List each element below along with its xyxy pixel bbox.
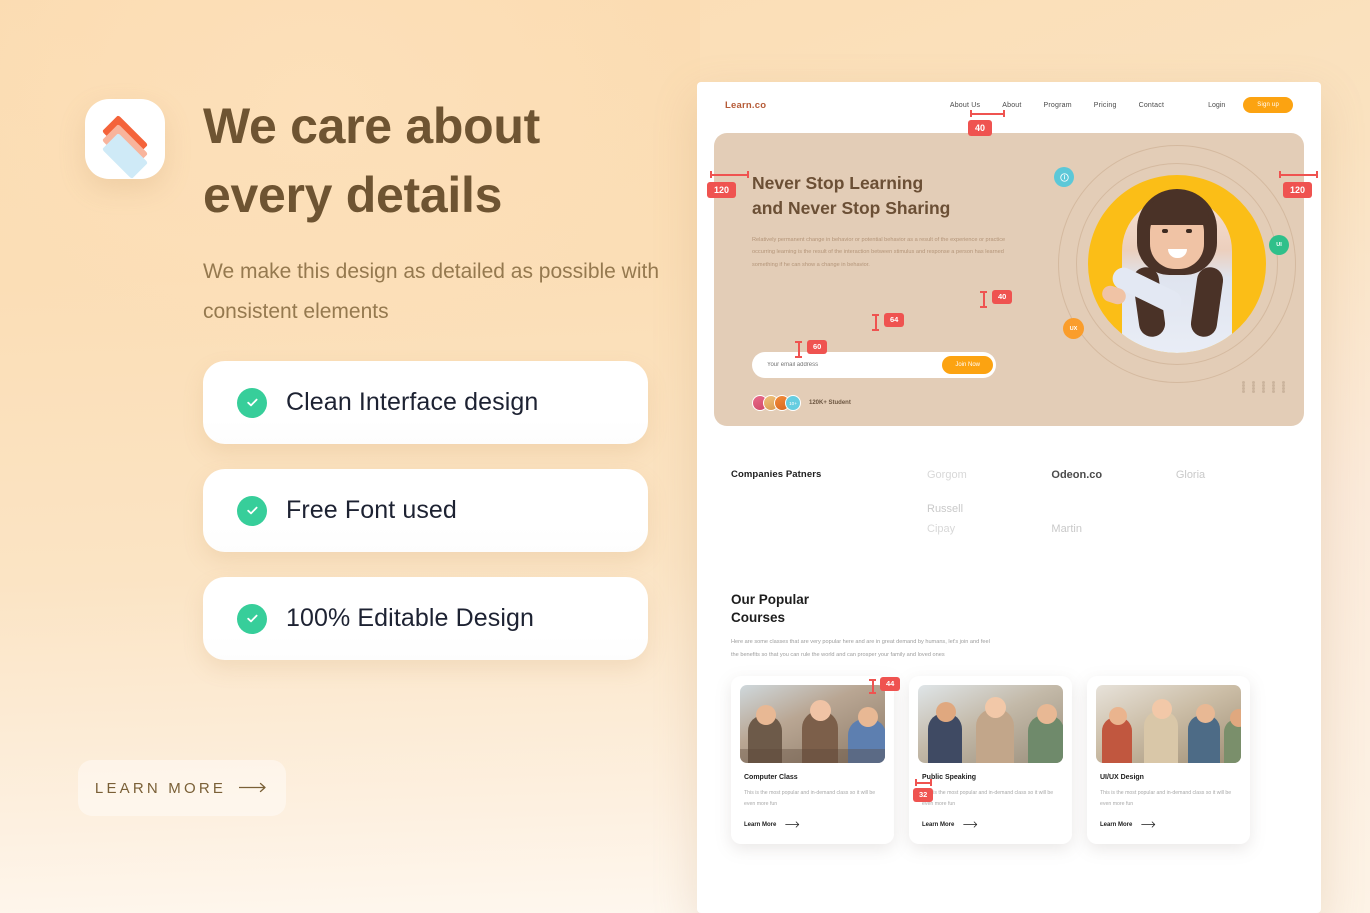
arrow-right-icon (238, 781, 269, 796)
promo-stage: We care about every details We make this… (0, 0, 1370, 913)
feature-label: Free Font used (286, 496, 457, 524)
course-card-list: Computer Class This is the most popular … (731, 676, 1304, 844)
measure-badge: 44 (880, 677, 901, 692)
avatar-more-count: 10+ (785, 395, 801, 411)
feature-item-free-font[interactable]: Free Font used (203, 469, 648, 552)
join-now-button[interactable]: Join Now (942, 356, 993, 374)
course-description: This is the most popular and in-demand c… (744, 790, 876, 807)
partner-logo: Gorgom (927, 469, 967, 481)
learn-more-label: LEARN MORE (94, 779, 227, 797)
course-learn-more-label: Learn More (922, 822, 955, 829)
measure-badge: 64 (884, 313, 905, 328)
check-circle-icon (237, 495, 267, 526)
measure-badge: 120 (1283, 182, 1313, 199)
partner-logo: Odeon.co (1051, 469, 1103, 481)
measure-badge: 40 (968, 120, 993, 137)
partner-logo: Gloria (1175, 469, 1206, 481)
site-brand[interactable]: Learn.co (725, 100, 766, 111)
email-input[interactable] (767, 362, 943, 368)
course-thumbnail (918, 685, 1063, 764)
feature-item-clean-interface[interactable]: Clean Interface design (203, 361, 648, 444)
course-name: Computer Class (744, 774, 798, 782)
course-card-public-speaking[interactable]: Public Speaking This is the most popular… (909, 676, 1072, 844)
nav-actions: Login Sign up (1208, 97, 1293, 113)
site-navbar: Learn.co About Us About Program Pricing … (697, 82, 1321, 128)
nav-link-pricing[interactable]: Pricing (1094, 102, 1117, 109)
nav-links: About Us About Program Pricing Contact (950, 102, 1164, 109)
courses-title-line1: Our Popular (731, 592, 810, 607)
page-title: We care about every details (203, 98, 540, 223)
measure-badge: 40 (992, 290, 1013, 305)
students-proof: 10+ 120K+ Student (752, 395, 851, 411)
website-mockup: Learn.co About Us About Program Pricing … (697, 82, 1321, 913)
hero-title-line1: Never Stop Learning (752, 173, 924, 193)
check-circle-icon (237, 387, 267, 418)
app-logo-badge (85, 99, 165, 180)
course-thumbnail (740, 685, 885, 764)
measure-badge: 60 (807, 340, 828, 355)
hero-section: Never Stop Learning and Never Stop Shari… (714, 133, 1304, 426)
course-name: Public Speaking (922, 774, 977, 782)
course-description: This is the most popular and in-demand c… (1100, 790, 1232, 807)
dots-decoration (1242, 381, 1292, 393)
course-description: This is the most popular and in-demand c… (922, 790, 1054, 807)
hero-illustration: UI UX (1036, 143, 1298, 415)
badge-info-icon (1054, 167, 1074, 187)
hero-body-text: Relatively permanent change in behavior … (752, 236, 1006, 268)
measure-badge: 120 (707, 182, 737, 199)
layers-icon (99, 114, 151, 180)
hero-title-line2: and Never Stop Sharing (752, 197, 951, 218)
signup-button[interactable]: Sign up (1243, 97, 1293, 113)
course-name: UI/UX Design (1100, 774, 1144, 782)
course-learn-more-label: Learn More (744, 822, 777, 829)
feature-label: Clean Interface design (286, 388, 539, 416)
feature-label: 100% Editable Design (286, 604, 534, 632)
email-signup-form: Join Now (752, 352, 996, 378)
partner-logo: Russell (927, 503, 964, 515)
nav-link-contact[interactable]: Contact (1139, 102, 1165, 109)
learn-more-button[interactable]: LEARN MORE (78, 760, 286, 816)
nav-link-program[interactable]: Program (1044, 102, 1072, 109)
feature-list: Clean Interface design Free Font used 10… (203, 361, 648, 685)
hero-copy: Never Stop Learning and Never Stop Shari… (752, 171, 1024, 271)
course-thumbnail (1096, 685, 1241, 764)
students-count: 120K+ Student (809, 400, 851, 406)
courses-title-line2: Courses (731, 610, 786, 626)
partner-logo: Martin (1051, 523, 1082, 535)
course-learn-more-label: Learn More (1100, 822, 1133, 829)
course-learn-more-link[interactable]: Learn More (1100, 821, 1241, 830)
course-learn-more-link[interactable]: Learn More (922, 821, 1063, 830)
arrow-right-icon (1141, 821, 1158, 830)
page-subtitle: We make this design as detailed as possi… (203, 260, 660, 324)
arrow-right-icon (785, 821, 802, 830)
nav-link-about[interactable]: About (1002, 102, 1021, 109)
courses-section: Our Popular Courses Here are some classe… (731, 591, 1304, 844)
badge-ux: UX (1063, 318, 1084, 339)
courses-body-text: Here are some classes that are very popu… (731, 639, 990, 658)
partners-title: Companies Patners (731, 469, 822, 480)
avatar-group: 10+ (752, 395, 801, 411)
feature-item-editable-design[interactable]: 100% Editable Design (203, 577, 648, 660)
course-card-computer-class[interactable]: Computer Class This is the most popular … (731, 676, 894, 844)
hero-photo (1088, 175, 1266, 353)
course-card-ui-ux-design[interactable]: UI/UX Design This is the most popular an… (1087, 676, 1250, 844)
arrow-right-icon (963, 821, 980, 830)
nav-link-about-us[interactable]: About Us (950, 102, 980, 109)
badge-ui: UI (1269, 235, 1289, 255)
course-learn-more-link[interactable]: Learn More (744, 821, 885, 830)
login-link[interactable]: Login (1208, 102, 1225, 109)
partner-logo: Cipay (927, 523, 956, 535)
measure-badge: 32 (913, 788, 934, 803)
check-circle-icon (237, 603, 267, 634)
